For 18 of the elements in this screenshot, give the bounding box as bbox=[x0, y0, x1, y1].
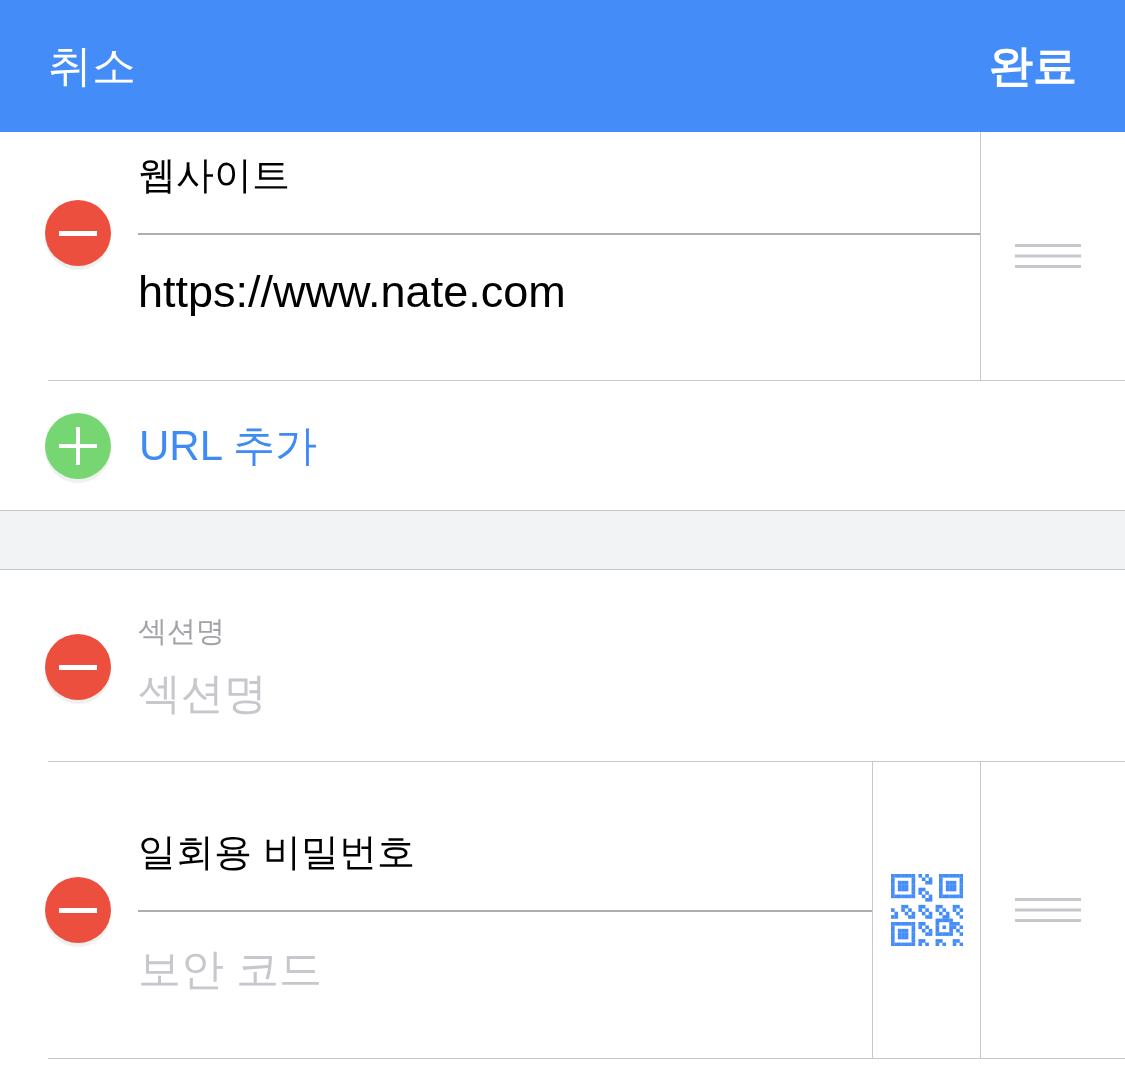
remove-button[interactable] bbox=[45, 634, 111, 700]
field-label: 섹션명 bbox=[138, 614, 226, 648]
label-field[interactable]: 일회용 비밀번호 bbox=[138, 830, 872, 874]
label-field[interactable]: 웹사이트 bbox=[138, 153, 980, 197]
minus-icon bbox=[59, 230, 97, 236]
section-name-field[interactable]: 섹션명 섹션명 bbox=[138, 614, 1125, 718]
minus-icon bbox=[59, 664, 97, 670]
add-url-button[interactable]: URL 추가 bbox=[45, 412, 318, 479]
cancel-button[interactable]: 취소 bbox=[48, 40, 136, 92]
url-field[interactable]: https://www.nate.com bbox=[138, 265, 980, 319]
drag-handle-icon[interactable] bbox=[1015, 244, 1081, 268]
done-button[interactable]: 완료 bbox=[989, 40, 1077, 92]
remove-button[interactable] bbox=[45, 877, 111, 943]
minus-icon bbox=[59, 907, 97, 913]
add-icon bbox=[45, 412, 111, 479]
remove-button[interactable] bbox=[45, 200, 111, 266]
drag-handle-icon[interactable] bbox=[1015, 898, 1081, 922]
qr-code-icon bbox=[890, 874, 963, 946]
